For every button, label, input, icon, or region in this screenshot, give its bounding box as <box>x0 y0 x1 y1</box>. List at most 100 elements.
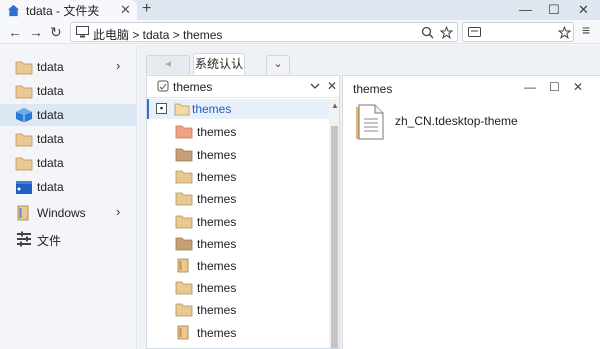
tree-item-label: themes <box>197 148 237 162</box>
bookmark-icon <box>468 27 481 37</box>
tree-item-label: themes <box>197 326 237 340</box>
sidebar-item-tdata[interactable]: tdata › <box>0 56 137 78</box>
pane-minimize-button[interactable]: — <box>524 80 536 94</box>
home-icon <box>7 4 20 16</box>
folder-icon <box>15 133 33 147</box>
collapse-toggle[interactable]: ▪ <box>156 103 167 114</box>
tree-root-label: themes <box>192 102 232 116</box>
tree-item[interactable]: themes <box>147 210 331 232</box>
window-folder-icon <box>16 181 32 194</box>
sidebar-item-windows[interactable]: Windows › <box>0 202 137 224</box>
sidebar-item-label: Windows <box>37 206 86 220</box>
tree-item[interactable]: themes <box>147 321 331 343</box>
tree-item[interactable]: themes <box>147 120 331 142</box>
tree-item-label: themes <box>197 192 237 206</box>
file-name: zh_CN.tdesktop-theme <box>395 114 518 128</box>
pane-close-button[interactable]: ✕ <box>573 80 583 94</box>
folder-icon <box>175 237 193 251</box>
minimize-button[interactable]: — <box>519 2 532 17</box>
tree-item-label: themes <box>197 281 237 295</box>
sync-icon <box>157 80 169 92</box>
sidebar-item-tdata[interactable]: tdata <box>0 176 137 198</box>
folder-icon <box>177 258 189 273</box>
file-list-pane: themes — ☐ ✕ zh_CN.tdesktop-theme <box>342 75 600 349</box>
tree-item-label: themes <box>197 215 237 229</box>
sidebar-item-tdata[interactable]: tdata <box>0 104 137 126</box>
inner-tab-back[interactable]: ◂ <box>146 55 190 74</box>
sidebar-item-label: tdata <box>37 108 64 122</box>
forward-button[interactable]: → <box>29 24 43 40</box>
inner-tab-active[interactable]: 系统认认 <box>193 53 245 75</box>
tree-item[interactable]: themes <box>147 187 331 209</box>
tree-item-label: themes <box>197 303 237 317</box>
folder-icon <box>175 170 193 184</box>
address-bar[interactable]: 此电脑 > tdata > themes <box>70 22 458 42</box>
refresh-button[interactable]: ↻ <box>50 24 62 41</box>
cube-icon <box>16 108 32 123</box>
tree-item-label: themes <box>197 125 237 139</box>
scrollbar-thumb[interactable] <box>331 126 338 348</box>
nav-bar: ← → ↻ 此电脑 > tdata > themes ≡ <box>0 20 600 44</box>
folder-icon <box>15 85 33 99</box>
tree-pane-title: themes <box>173 80 213 94</box>
pane-maximize-button[interactable]: ☐ <box>549 80 560 94</box>
chevron-down-icon[interactable] <box>310 82 320 90</box>
folder-icon <box>175 281 193 295</box>
search-box[interactable] <box>462 22 574 42</box>
folder-icon <box>177 325 189 340</box>
close-button[interactable]: ✕ <box>578 2 589 18</box>
folder-icon <box>175 125 193 139</box>
sidebar-item-label: tdata <box>37 60 64 74</box>
tree-item[interactable]: themes <box>147 232 331 254</box>
chevron-right-icon[interactable]: › <box>116 204 120 219</box>
menu-button[interactable]: ≡ <box>582 22 590 38</box>
star-icon[interactable] <box>440 26 453 39</box>
back-button[interactable]: ← <box>8 24 22 40</box>
star-icon[interactable] <box>558 26 571 39</box>
folder-icon <box>174 103 190 116</box>
sidebar-item-files[interactable]: 文件 <box>0 228 137 250</box>
folder-icon <box>175 192 193 206</box>
tree-root-themes[interactable]: ▪ themes <box>147 99 331 119</box>
folder-icon <box>175 303 193 317</box>
sidebar-item-tdata[interactable]: tdata <box>0 128 137 150</box>
sidebar-item-label: tdata <box>37 180 64 194</box>
title-bar: tdata - 文件夹 ✕ + — ☐ ✕ <box>0 0 600 20</box>
address-path: 此电脑 > tdata > themes <box>93 28 223 42</box>
folder-tree-pane: themes ✕ ▪ themes themes themes themes t… <box>146 75 340 349</box>
inner-tab-dropdown[interactable]: ⌄ <box>266 55 290 74</box>
chevron-right-icon[interactable]: › <box>116 58 120 73</box>
document-icon <box>356 104 384 140</box>
tree-item-label: themes <box>197 237 237 251</box>
file-item[interactable]: zh_CN.tdesktop-theme <box>355 104 595 140</box>
sidebar-item-label: tdata <box>37 156 64 170</box>
sidebar-item-tdata[interactable]: tdata <box>0 152 137 174</box>
sidebar-item-label: tdata <box>37 84 64 98</box>
sidebar-item-label: tdata <box>37 132 64 146</box>
tree-item[interactable]: themes <box>147 276 331 298</box>
tree-item[interactable]: themes <box>147 254 331 276</box>
folder-icon <box>175 215 193 229</box>
window-tab[interactable]: tdata - 文件夹 ✕ <box>0 0 137 20</box>
tab-title: tdata - 文件夹 <box>26 3 100 18</box>
tree-pane-header: themes ✕ <box>147 76 339 98</box>
sidebar-item-tdata[interactable]: tdata <box>0 80 137 102</box>
new-tab-button[interactable]: + <box>142 0 151 18</box>
tab-close-button[interactable]: ✕ <box>120 2 131 18</box>
search-icon[interactable] <box>421 26 434 39</box>
tree-item[interactable]: themes <box>147 298 331 320</box>
tools-icon <box>17 231 31 247</box>
maximize-button[interactable]: ☐ <box>548 2 560 18</box>
tree-pane-close-button[interactable]: ✕ <box>327 79 337 93</box>
tree-item[interactable]: themes <box>147 143 331 165</box>
tree-item-label: themes <box>197 170 237 184</box>
folder-icon <box>15 157 33 171</box>
folder-icon <box>175 148 193 162</box>
folder-icon <box>15 61 33 75</box>
tree-item-label: themes <box>197 259 237 273</box>
scroll-up-arrow[interactable]: ▲ <box>331 101 339 110</box>
sidebar-item-label: 文件 <box>37 234 62 248</box>
tree-item[interactable]: themes <box>147 165 331 187</box>
computer-icon <box>76 26 89 38</box>
file-pane-title: themes <box>353 82 393 96</box>
